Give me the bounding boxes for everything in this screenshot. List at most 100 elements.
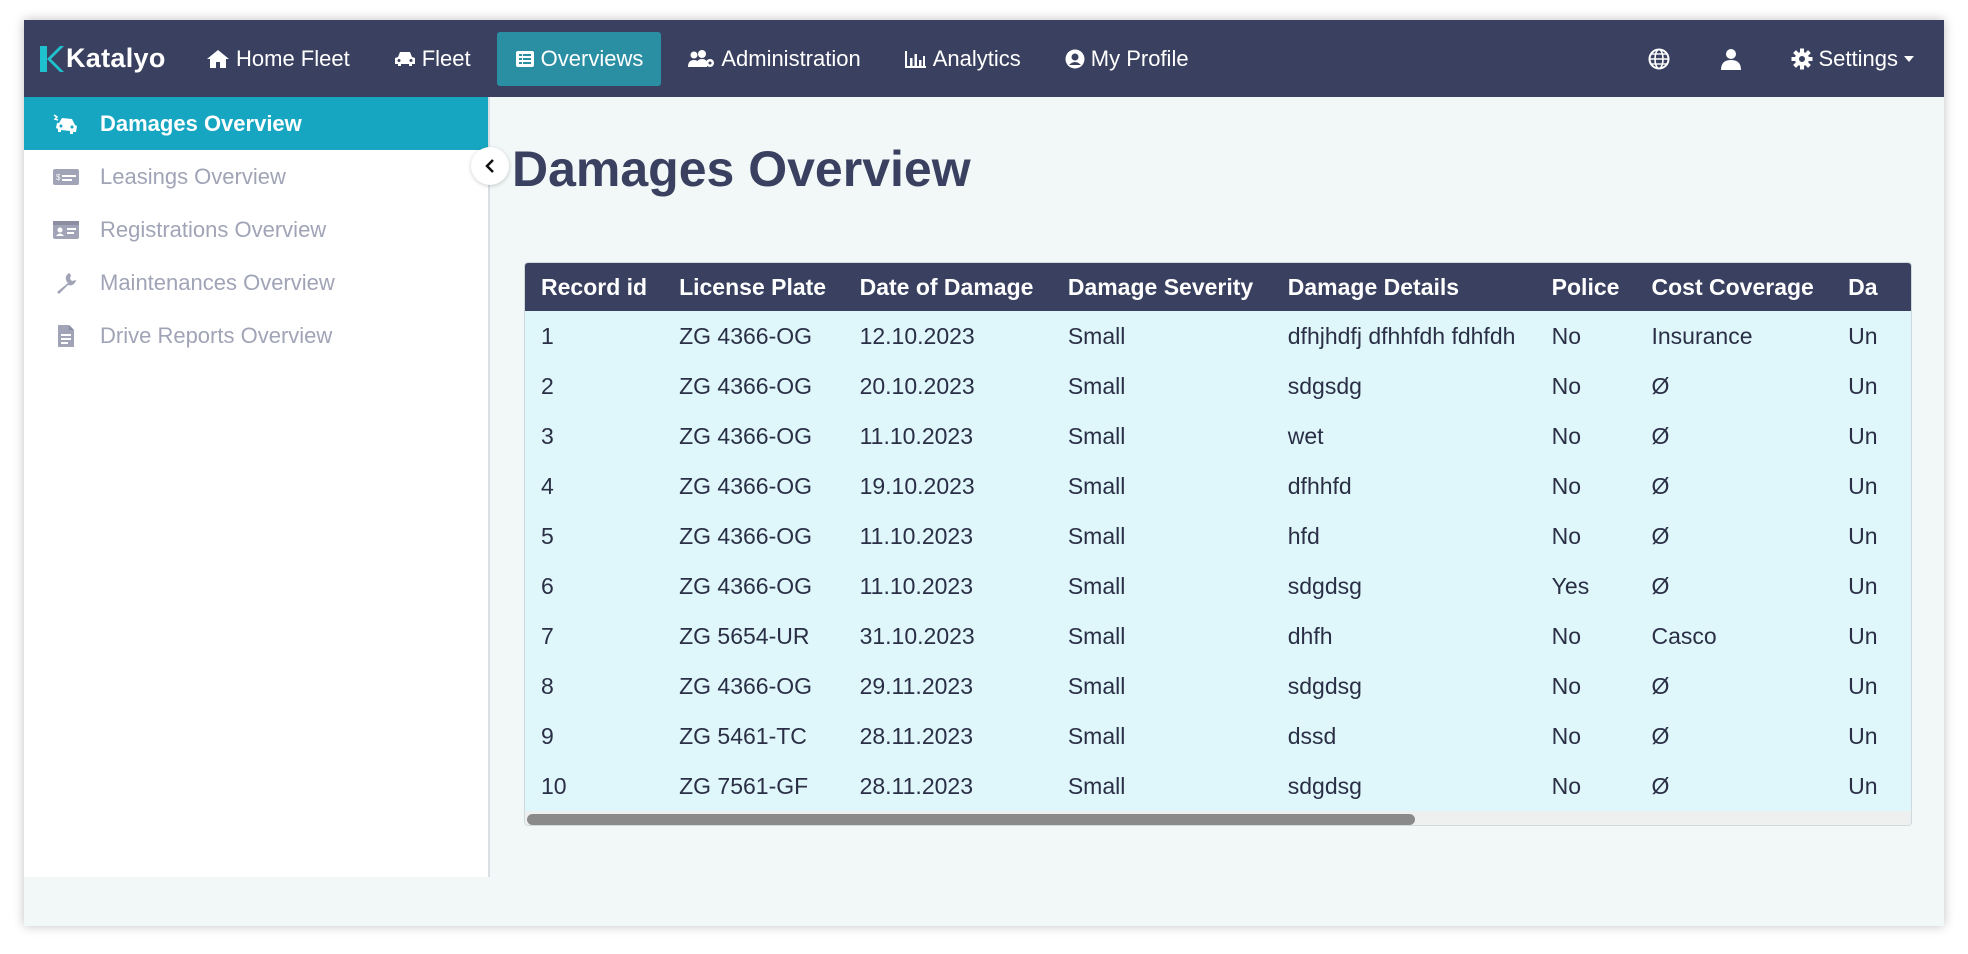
globe-icon (1648, 48, 1669, 69)
table-cell: Ø (1651, 372, 1670, 399)
table-cell: No (1551, 422, 1582, 449)
table-row[interactable]: 8 ZG 4366-OG 29.11.2023 Small sdgdsg No Ø Un (525, 661, 1911, 711)
table-row[interactable]: 1 ZG 4366-OG 12.10.2023 Small dfhjhdfj dfhhf… (525, 311, 1911, 361)
nav-home-fleet[interactable]: Home Fleet (188, 32, 368, 86)
table-row[interactable]: 5 ZG 4366-OG 11.10.2023 Small hfd No Ø Un (525, 511, 1911, 561)
table-cell: Insurance (1651, 322, 1753, 349)
table-cell: hfd (1287, 522, 1320, 549)
column-header[interactable]: Date of Damage (844, 263, 1052, 311)
table-row[interactable]: 3 ZG 4366-OG 11.10.2023 Small wet No Ø Un (525, 411, 1911, 461)
table-cell: Un (1848, 322, 1878, 349)
list-icon (515, 50, 534, 67)
users-cog-icon (688, 49, 715, 67)
sidebar-item-maintenances[interactable]: Maintenances Overview (24, 256, 488, 309)
nav-overviews[interactable]: Overviews (496, 31, 662, 86)
nav-analytics[interactable]: Analytics (887, 32, 1039, 86)
table-cell: 7 (541, 622, 554, 649)
table-cell: Un (1848, 522, 1878, 549)
table-cell: ZG 4366-OG (679, 322, 813, 349)
page-title: Damages Overview (512, 141, 971, 197)
table-cell: 11.10.2023 (859, 572, 973, 599)
svg-text:$: $ (56, 173, 61, 182)
table-cell: ZG 4366-OG (679, 472, 813, 499)
sidebar-item-label: Leasings Overview (100, 163, 286, 189)
column-header[interactable]: Cost Coverage (1636, 263, 1833, 311)
table-cell: No (1551, 472, 1582, 499)
table-row[interactable]: 9 ZG 5461-TC 28.11.2023 Small dssd No Ø Un (525, 711, 1911, 761)
sidebar-item-leasings[interactable]: $ Leasings Overview (24, 150, 488, 203)
table-cell: ZG 4366-OG (679, 572, 813, 599)
column-header[interactable]: Record id (525, 263, 663, 311)
nav-label: Home Fleet (236, 45, 350, 71)
wrench-icon (52, 271, 80, 295)
table-cell: Un (1848, 622, 1878, 649)
sidebar-item-label: Damages Overview (100, 110, 302, 136)
table-cell: Small (1067, 472, 1126, 499)
table-cell: No (1551, 672, 1582, 699)
table-cell: 4 (541, 472, 554, 499)
damages-table-container: Record id License Plate Date of Damage D… (524, 262, 1912, 826)
table-cell: Un (1848, 472, 1878, 499)
table-cell: ZG 4366-OG (679, 372, 813, 399)
table-cell: 6 (541, 572, 554, 599)
table-cell: dhfh (1287, 622, 1333, 649)
table-cell: Small (1067, 772, 1126, 799)
sidebar-item-drive-reports[interactable]: Drive Reports Overview (24, 309, 488, 362)
bar-chart-icon (904, 50, 926, 68)
column-header[interactable]: Da (1832, 263, 1911, 311)
table-cell: No (1551, 372, 1582, 399)
scrollbar-thumb[interactable] (527, 814, 1415, 825)
table-cell: Ø (1651, 572, 1670, 599)
nav-my-profile[interactable]: My Profile (1047, 32, 1207, 86)
car-crash-icon (52, 113, 80, 135)
table-row[interactable]: 10 ZG 7561-GF 28.11.2023 Small sdgdsg No Ø Un (525, 761, 1911, 811)
nav-label: Fleet (421, 45, 471, 71)
table-cell: 29.11.2023 (859, 672, 973, 699)
table-cell: No (1551, 522, 1582, 549)
sidebar-item-registrations[interactable]: Registrations Overview (24, 203, 488, 256)
column-header[interactable]: Damage Severity (1052, 263, 1272, 311)
table-cell: 28.11.2023 (859, 772, 973, 799)
top-navbar: Katalyo Home Fleet Fleet Overviews Admin… (24, 20, 1944, 97)
table-cell: 11.10.2023 (859, 522, 973, 549)
column-header[interactable]: Damage Details (1272, 263, 1536, 311)
katalyo-logo-icon (40, 45, 64, 72)
nav-right: Settings (1611, 20, 1914, 97)
table-cell: Small (1067, 672, 1126, 699)
table-body: 1 ZG 4366-OG 12.10.2023 Small dfhjhdfj dfhhf… (525, 311, 1911, 811)
table-cell: Yes (1551, 572, 1590, 599)
sidebar-collapse-button[interactable] (471, 147, 509, 185)
column-header[interactable]: Police (1536, 263, 1636, 311)
table-cell: Small (1067, 722, 1126, 749)
sidebar-item-damages[interactable]: Damages Overview (24, 97, 488, 150)
table-cell: sdgdsg (1287, 672, 1362, 699)
table-cell: 1 (541, 322, 554, 349)
table-cell: Ø (1651, 672, 1670, 699)
table-row[interactable]: 6 ZG 4366-OG 11.10.2023 Small sdgdsg Yes Ø Un (525, 561, 1911, 611)
table-cell: ZG 5461-TC (679, 722, 807, 749)
logo[interactable]: Katalyo (38, 43, 188, 74)
table-cell: Un (1848, 372, 1878, 399)
table-cell: Un (1848, 672, 1878, 699)
main-nav: Home Fleet Fleet Overviews Administratio… (188, 20, 1215, 97)
horizontal-scrollbar[interactable] (525, 811, 1911, 825)
table-cell: Small (1067, 522, 1126, 549)
settings-dropdown[interactable]: Settings (1791, 46, 1914, 72)
table-cell: 8 (541, 672, 554, 699)
table-cell: Ø (1651, 472, 1670, 499)
nav-administration[interactable]: Administration (669, 32, 878, 86)
nav-fleet[interactable]: Fleet (376, 32, 489, 86)
table-cell: Un (1848, 572, 1878, 599)
user-circle-icon (1065, 49, 1085, 68)
column-header[interactable]: License Plate (663, 263, 844, 311)
table-row[interactable]: 4 ZG 4366-OG 19.10.2023 Small dfhhfd No Ø Un (525, 461, 1911, 511)
user-button[interactable] (1707, 32, 1755, 86)
id-card-icon (52, 220, 80, 240)
table-cell: 19.10.2023 (859, 472, 975, 499)
table-row[interactable]: 2 ZG 4366-OG 20.10.2023 Small sdgsdg No Ø Un (525, 361, 1911, 411)
language-button[interactable] (1635, 32, 1683, 86)
table-row[interactable]: 7 ZG 5654-UR 31.10.2023 Small dhfh No Casco Un (525, 611, 1911, 661)
nav-label: Overviews (540, 45, 644, 71)
table-cell: Ø (1651, 772, 1670, 799)
sidebar-item-label: Maintenances Overview (100, 269, 335, 295)
